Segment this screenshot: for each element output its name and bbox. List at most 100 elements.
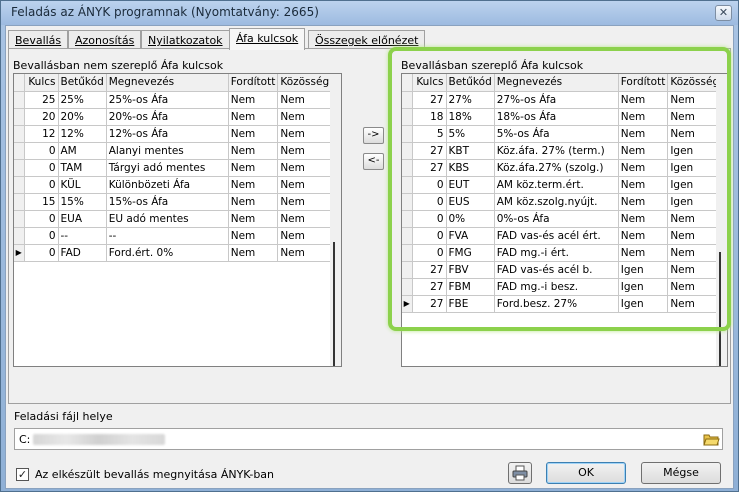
cell-kulcs: 0 <box>24 227 59 245</box>
cell-forditott: Nem <box>228 125 279 143</box>
row-indicator <box>402 244 413 262</box>
cell-megnevezes: Köz.áfa.27% (szolg.) <box>494 159 619 177</box>
table-row[interactable]: 0 FVA FAD vas-és acél ért. Nem Nem <box>402 227 726 245</box>
cell-kulcs: 20 <box>24 108 59 126</box>
table-row[interactable]: 0 AM Alanyi mentes Nem Nem <box>14 142 336 160</box>
cell-forditott: Nem <box>618 91 669 109</box>
table-row[interactable]: 27 KBT Köz.áfa. 27% (term.) Nem Igen <box>402 142 726 160</box>
tab-bevallas[interactable]: Bevallás <box>8 30 69 49</box>
column-header[interactable]: Megnevezés <box>494 74 619 92</box>
cancel-button[interactable]: Mégse <box>641 462 721 484</box>
left-grid[interactable]: Kulcs Betűkód Megnevezés Fordított Közösségi… <box>13 73 342 367</box>
cell-megnevezes: FAD mg.-i besz. <box>494 278 619 296</box>
tab-azonositas[interactable]: Azonosítás <box>68 30 142 49</box>
left-scroll-thumb[interactable] <box>333 242 335 366</box>
column-header[interactable]: Megnevezés <box>106 74 229 92</box>
right-grid[interactable]: Kulcs Betűkód Megnevezés Fordított Közösségi… <box>401 73 728 367</box>
file-path-field[interactable]: C: <box>14 428 723 450</box>
cell-forditott: Nem <box>618 108 669 126</box>
right-grid-scrollbar[interactable] <box>716 74 727 366</box>
cell-forditott: Nem <box>618 227 669 245</box>
row-indicator <box>14 125 25 143</box>
cell-forditott: Nem <box>618 125 669 143</box>
cell-betukod: FBV <box>446 261 495 279</box>
ok-button[interactable]: OK <box>546 462 626 484</box>
column-header[interactable]: Kulcs <box>24 74 59 92</box>
cell-betukod: 5% <box>446 125 495 143</box>
move-right-button[interactable]: -> <box>363 127 384 144</box>
column-header[interactable]: Fordított <box>228 74 279 92</box>
cell-forditott: Igen <box>618 278 669 296</box>
row-indicator-header <box>402 74 413 92</box>
cell-forditott: Nem <box>228 244 279 262</box>
column-header[interactable]: Betűkód <box>446 74 495 92</box>
table-row[interactable]: 27 FBM FAD mg.-i besz. Igen Nem <box>402 278 726 296</box>
cell-forditott: Nem <box>228 176 279 194</box>
open-in-anyk-checkbox[interactable]: ✓ <box>16 468 29 481</box>
table-row[interactable]: 0 KÜL Különbözeti Áfa Nem Nem <box>14 176 336 194</box>
cell-megnevezes: EU adó mentes <box>106 210 229 228</box>
table-row[interactable]: 20 20% 20%-os Áfa Nem Nem <box>14 108 336 126</box>
table-row[interactable]: 0 EUS AM köz.szolg.nyújt. Nem Igen <box>402 193 726 211</box>
file-path-value: C: <box>19 433 31 446</box>
column-header[interactable]: Kulcs <box>412 74 447 92</box>
print-button[interactable] <box>508 462 532 484</box>
cell-betukod: 20% <box>58 108 107 126</box>
table-row[interactable]: 12 12% 12%-os Áfa Nem Nem <box>14 125 336 143</box>
cell-megnevezes: Köz.áfa. 27% (term.) <box>494 142 619 160</box>
cell-betukod: 12% <box>58 125 107 143</box>
cell-kulcs: 5 <box>412 125 447 143</box>
table-row[interactable]: 25 25% 25%-os Áfa Nem Nem <box>14 91 336 109</box>
cell-kozossegi: Nem <box>277 91 336 109</box>
table-row[interactable]: 0 0% 0%-os Áfa Nem Nem <box>402 210 726 228</box>
row-indicator <box>402 125 413 143</box>
move-left-button[interactable]: <- <box>363 153 384 170</box>
close-button[interactable]: ✕ <box>715 5 732 21</box>
table-row[interactable]: 18 18% 18%-os Áfa Nem Nem <box>402 108 726 126</box>
table-row[interactable]: 15 15% 15%-os Áfa Nem Nem <box>14 193 336 211</box>
row-indicator <box>14 159 25 177</box>
table-row[interactable]: 27 27% 27%-os Áfa Nem Nem <box>402 91 726 109</box>
tab-label: Bevallás <box>15 34 62 47</box>
tab-label: Áfa kulcsok <box>236 32 299 45</box>
column-header[interactable]: Fordított <box>618 74 669 92</box>
row-indicator <box>14 108 25 126</box>
cell-betukod: FMG <box>446 244 495 262</box>
cell-kulcs: 15 <box>24 193 59 211</box>
table-row[interactable]: 0 EUT AM köz.term.ért. Nem Igen <box>402 176 726 194</box>
cell-betukod: 25% <box>58 91 107 109</box>
table-row[interactable]: 27 KBS Köz.áfa.27% (szolg.) Nem Igen <box>402 159 726 177</box>
table-row[interactable]: 5 5% 5%-os Áfa Nem Nem <box>402 125 726 143</box>
cell-megnevezes: FAD vas-és acél b. <box>494 261 619 279</box>
cell-forditott: Nem <box>618 193 669 211</box>
table-row[interactable]: ▶ 0 FAD Ford.ért. 0% Nem Nem <box>14 244 336 262</box>
left-grid-scrollbar[interactable] <box>330 74 341 366</box>
cell-kulcs: 27 <box>412 295 447 313</box>
column-header[interactable]: Betűkód <box>58 74 107 92</box>
table-row[interactable]: 0 TAM Tárgyi adó mentes Nem Nem <box>14 159 336 177</box>
cell-kozossegi: Nem <box>277 176 336 194</box>
open-folder-icon[interactable] <box>703 431 720 447</box>
grid-header-row: Kulcs Betűkód Megnevezés Fordított Közösségi <box>14 74 336 92</box>
cell-kozossegi: Nem <box>277 159 336 177</box>
cell-betukod: KÜL <box>58 176 107 194</box>
tab-nyilatkozatok[interactable]: Nyilatkozatok <box>141 30 230 49</box>
row-indicator <box>402 278 413 296</box>
tab-osszegek-elonezet[interactable]: Összegek előnézet <box>308 30 426 49</box>
table-row[interactable]: 0 -- -- Nem Nem <box>14 227 336 245</box>
cell-megnevezes: Ford.besz. 27% <box>494 295 619 313</box>
column-header[interactable]: Közösségi <box>277 74 336 92</box>
table-row[interactable]: ▶ 27 FBE Ford.besz. 27% Igen Nem <box>402 295 726 313</box>
table-row[interactable]: 0 EUA EU adó mentes Nem Nem <box>14 210 336 228</box>
right-scroll-thumb[interactable] <box>719 252 721 366</box>
cell-betukod: 0% <box>446 210 495 228</box>
cell-forditott: Igen <box>618 295 669 313</box>
cell-forditott: Nem <box>618 210 669 228</box>
cell-megnevezes: 27%-os Áfa <box>494 91 619 109</box>
table-row[interactable]: 0 FMG FAD mg.-i ért. Nem Nem <box>402 244 726 262</box>
table-row[interactable]: 27 FBV FAD vas-és acél b. Igen Nem <box>402 261 726 279</box>
dialog-client: Bevallás Azonosítás Nyilatkozatok Áfa ku… <box>5 25 734 489</box>
cell-megnevezes: 5%-os Áfa <box>494 125 619 143</box>
tab-afa-kulcsok[interactable]: Áfa kulcsok <box>229 28 306 50</box>
title-bar[interactable]: Feladás az ÁNYK programnak (Nyomtatvány:… <box>1 1 738 25</box>
